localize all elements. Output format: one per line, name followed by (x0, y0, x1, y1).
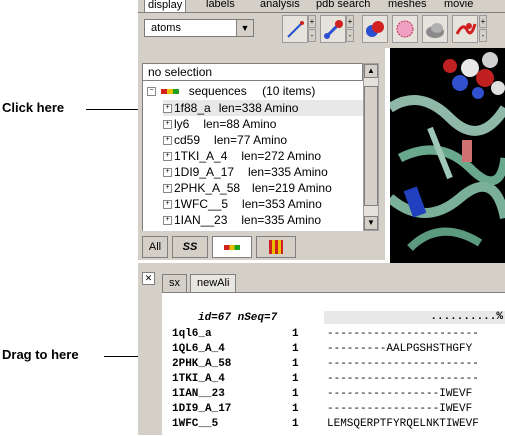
alignment-row-seq: ----------------------- (327, 328, 479, 340)
drag-to-here-label: Drag to here (2, 347, 79, 362)
ribbon-icon (455, 23, 477, 35)
line-spin-down[interactable]: - (308, 29, 316, 42)
sequence-color-icon (224, 245, 240, 250)
alignment-row-start: 1 (292, 343, 299, 355)
alignment-panel: ✕ sx newAli id=67 nSeq=7 ..........% 1ql… (138, 267, 505, 436)
close-icon[interactable]: ✕ (142, 272, 155, 285)
collapse-icon[interactable]: − (147, 87, 156, 97)
display-toolbar: atoms ▼ + - + - + - (138, 13, 505, 48)
tree-tab-all[interactable]: All (142, 236, 168, 258)
alignment-row-start: 1 (292, 388, 299, 400)
scroll-up-icon[interactable]: ▲ (364, 64, 378, 78)
ball-stick-button[interactable] (320, 15, 346, 43)
tab-sx[interactable]: sx (162, 274, 187, 293)
spacefill-icon (366, 21, 384, 37)
mesh-icon (396, 20, 414, 38)
tab-analysis[interactable]: analysis (260, 0, 300, 11)
tree-root-count: (10 items) (262, 84, 316, 98)
ribbon-button[interactable] (452, 15, 478, 43)
tree-item[interactable]: +1f88_a len=338 Amino (163, 100, 364, 116)
alignment-row-seq: LEMSQERPTFYRQELNKTIWEVF (327, 418, 479, 430)
tab-movie[interactable]: movie (444, 0, 473, 11)
alignment-row-start: 1 (292, 403, 299, 415)
tree-tab-sequences[interactable] (212, 236, 252, 258)
mesh-button[interactable] (392, 15, 418, 43)
expand-icon[interactable]: + (163, 136, 172, 146)
alignment-row-name: 1QL6_A_4 (172, 343, 225, 355)
alignment-row-name: 1DI9_A_17 (172, 403, 232, 415)
folder-icon (161, 89, 180, 95)
expand-icon[interactable]: + (163, 152, 172, 162)
tree-item[interactable]: +1WFC__5 len=353 Amino (163, 196, 322, 212)
line-draw-icon (287, 21, 304, 38)
ball-stick-icon (324, 20, 343, 39)
tree-item[interactable]: +2PHK_A_58 len=219 Amino (163, 180, 332, 196)
alignment-row-name: 1IAN__23 (172, 388, 225, 400)
tree-item[interactable]: + ly6 len=88 Amino (163, 116, 276, 132)
click-here-label: Click here (2, 100, 65, 115)
molecule-viewer[interactable] (390, 48, 505, 263)
expand-icon[interactable]: + (163, 184, 172, 194)
tree-tab-alignment[interactable] (256, 236, 296, 258)
expand-icon[interactable]: + (163, 200, 172, 210)
scroll-thumb[interactable] (364, 86, 378, 206)
chevron-down-icon[interactable]: ▼ (236, 20, 253, 36)
alignment-row-seq: ----------------------- (327, 373, 479, 385)
alignment-row-start: 1 (292, 373, 299, 385)
tree-item[interactable]: + cd59 len=77 Amino (163, 132, 287, 148)
sequence-tree: − sequences (10 items) +1f88_a len=338 Am… (142, 81, 364, 231)
tree-item[interactable]: +1TKI_A_4 len=272 Amino (163, 148, 321, 164)
alignment-row-name: 1ql6_a (172, 328, 212, 340)
alignment-row-start: 1 (292, 328, 299, 340)
expand-icon[interactable]: + (163, 216, 172, 226)
tree-root-label: sequences (188, 84, 247, 98)
expand-icon[interactable]: + (163, 168, 172, 178)
alignment-row-seq: -----------------IWEVF (327, 388, 473, 400)
protein-structure-image (390, 48, 505, 263)
tree-vertical-scrollbar[interactable]: ▲ ▼ (363, 63, 379, 231)
line-draw-button[interactable] (282, 15, 308, 43)
tree-item[interactable]: +1IAN__23 len=335 Amino (163, 212, 321, 228)
tab-meshes[interactable]: meshes (388, 0, 427, 11)
ribbon-spin-up[interactable]: + (479, 15, 487, 28)
alignment-row-name: 2PHK_A_58 (172, 358, 232, 370)
cloud-icon (426, 23, 444, 38)
expand-icon[interactable]: + (163, 104, 172, 114)
spacefill-button[interactable] (362, 15, 388, 43)
tab-display[interactable]: display (144, 0, 187, 12)
alignment-row-start: 1 (292, 418, 299, 430)
alignment-ruler: ..........% (324, 311, 505, 324)
alignment-row-name: 1TKI_A_4 (172, 373, 225, 385)
alignment-info: id=67 nSeq=7 (198, 312, 278, 324)
main-tab-bar: display labels analysis pdb search meshe… (138, 0, 505, 13)
tab-newali[interactable]: newAli (190, 274, 237, 293)
cloud-button[interactable] (422, 15, 448, 43)
atoms-select[interactable]: atoms ▼ (144, 19, 254, 37)
scroll-down-icon[interactable]: ▼ (364, 216, 378, 230)
ball-spin-down[interactable]: - (346, 29, 354, 42)
tree-tab-ss[interactable]: SS (172, 236, 208, 258)
tab-pdb-search[interactable]: pdb search (316, 0, 370, 11)
sequence-tree-panel: no selection − sequences (10 items) +1f8… (138, 48, 385, 260)
alignment-view[interactable]: id=67 nSeq=7 ..........% 1ql6_a 1 ------… (162, 292, 505, 436)
expand-icon[interactable]: + (163, 120, 172, 130)
ball-spin-up[interactable]: + (346, 15, 354, 28)
atoms-select-value: atoms (151, 22, 181, 34)
ribbon-spin-down[interactable]: - (479, 29, 487, 42)
alignment-row-seq: -----------------IWEVF (327, 403, 473, 415)
tree-item[interactable]: +1DI9_A_17 len=335 Amino (163, 164, 328, 180)
alignment-row-seq: ---------AALPGSHSTHGFY (327, 343, 473, 355)
alignment-row-start: 1 (292, 358, 299, 370)
alignment-row-seq: ----------------------- (327, 358, 479, 370)
tree-root-sequences[interactable]: − sequences (10 items) (147, 83, 315, 99)
selection-header: no selection (142, 63, 363, 81)
alignment-row-name: 1WFC__5 (172, 418, 219, 430)
tab-labels[interactable]: labels (206, 0, 235, 11)
line-spin-up[interactable]: + (308, 15, 316, 28)
alignment-color-icon (269, 240, 283, 254)
